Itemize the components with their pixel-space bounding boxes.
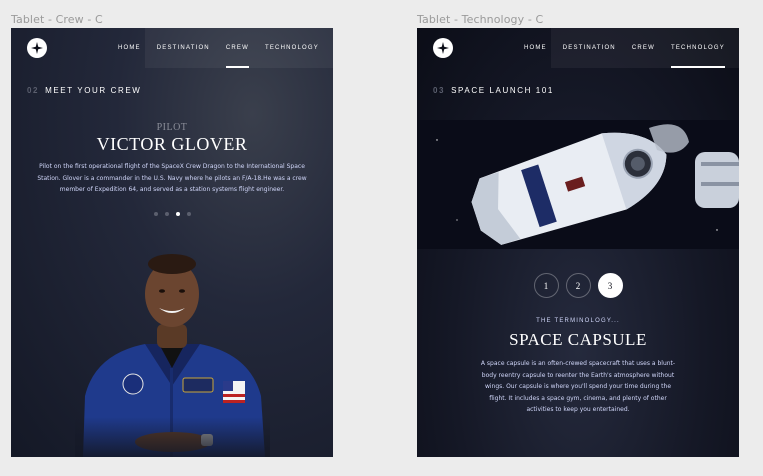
technology-steps: 1 2 3 <box>417 273 739 298</box>
nav-crew[interactable]: CREW <box>225 28 250 68</box>
crew-name: VICTOR GLOVER <box>96 134 248 154</box>
section-number: 03 <box>433 86 446 95</box>
terminology-description: A space capsule is an often-crewed space… <box>480 360 676 413</box>
frame-label-crew: Tablet - Crew - C <box>11 13 103 26</box>
step-button-3[interactable]: 3 <box>597 273 623 298</box>
step-button-1[interactable]: 1 <box>533 273 559 298</box>
section-title: 03 SPACE LAUNCH 101 <box>433 86 554 95</box>
nav-home[interactable]: HOME <box>118 28 141 68</box>
technology-frame: HOME DESTINATION CREW TECHNOLOGY 03 SPACE… <box>417 28 739 457</box>
space-capsule-image <box>417 120 739 249</box>
crew-bio: Pilot on the first operational flight of… <box>37 163 307 193</box>
section-number: 02 <box>27 86 40 95</box>
crew-frame: HOME DESTINATION CREW TECHNOLOGY 02 MEET … <box>11 28 333 457</box>
nav-crew[interactable]: CREW <box>632 28 655 68</box>
crew-portrait <box>75 236 270 457</box>
star-logo-icon[interactable] <box>433 38 453 58</box>
nav-destination[interactable]: DESTINATION <box>563 28 616 68</box>
terminology-name: SPACE CAPSULE <box>509 330 647 349</box>
nav-home[interactable]: HOME <box>524 28 547 68</box>
crew-dot-4[interactable] <box>186 212 191 216</box>
step-button-2[interactable]: 2 <box>565 273 591 298</box>
nav-technology[interactable]: TECHNOLOGY <box>670 28 726 68</box>
section-title: 02 MEET YOUR CREW <box>27 86 141 95</box>
section-heading: SPACE LAUNCH 101 <box>451 86 554 95</box>
crew-pagination <box>11 212 333 216</box>
crew-dot-1[interactable] <box>153 212 158 216</box>
nav-technology[interactable]: TECHNOLOGY <box>265 28 319 68</box>
star-logo-icon[interactable] <box>27 38 47 58</box>
crew-dot-2[interactable] <box>164 212 169 216</box>
section-heading: MEET YOUR CREW <box>45 86 142 95</box>
crew-role: PILOT <box>156 122 188 133</box>
terminology-label: THE TERMINOLOGY... <box>536 318 620 324</box>
crew-dot-3[interactable] <box>175 212 180 216</box>
nav-destination[interactable]: DESTINATION <box>157 28 210 68</box>
frame-label-technology: Tablet - Technology - C <box>417 13 544 26</box>
main-nav: HOME DESTINATION CREW TECHNOLOGY <box>524 28 739 68</box>
main-nav: HOME DESTINATION CREW TECHNOLOGY <box>118 28 333 68</box>
